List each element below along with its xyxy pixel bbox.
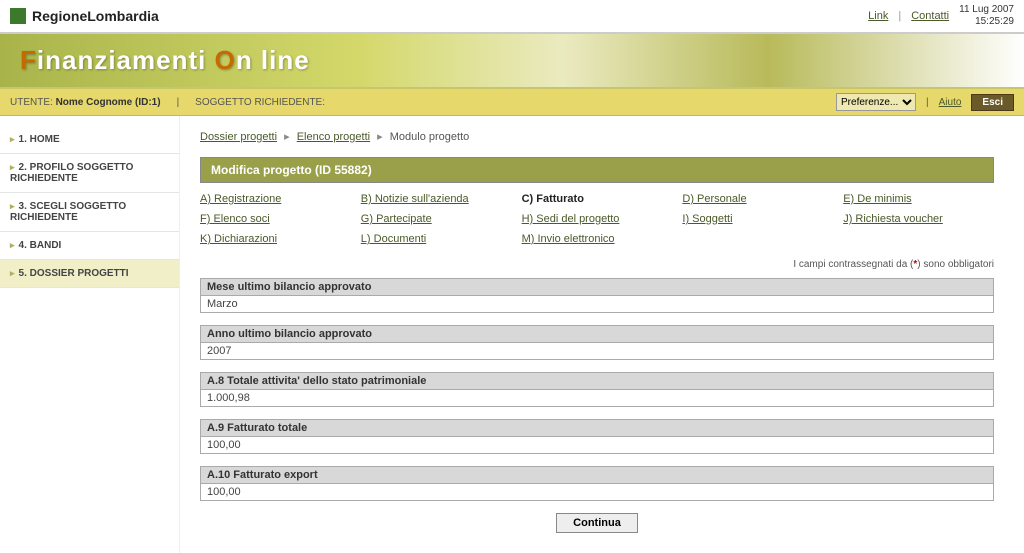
separator: | xyxy=(177,97,180,108)
tab-i[interactable]: I) Soggetti xyxy=(682,213,833,225)
tab-grid: A) Registrazione B) Notizie sull'azienda C… xyxy=(200,193,994,245)
tab-d[interactable]: D) Personale xyxy=(682,193,833,205)
chevron-right-icon: ▸ xyxy=(284,131,290,143)
tab-e[interactable]: E) De minimis xyxy=(843,193,994,205)
main-wrapper: 1. HOME2. PROFILO SOGGETTO RICHIEDENTE3.… xyxy=(0,116,1024,553)
continue-button[interactable]: Continua xyxy=(556,513,638,533)
preferenze-select[interactable]: Preferenze... xyxy=(836,93,916,111)
field-label: A.10 Fatturato export xyxy=(201,467,993,484)
sidebar-item-4[interactable]: 5. DOSSIER PROGETTI xyxy=(0,260,179,288)
banner: Finanziamenti On line xyxy=(0,33,1024,89)
user-bar: UTENTE: Nome Cognome (ID:1) | SOGGETTO R… xyxy=(0,89,1024,116)
brand-text: RegioneLombardia xyxy=(32,8,159,24)
utente-block: UTENTE: Nome Cognome (ID:1) xyxy=(10,97,161,108)
field-2: A.8 Totale attivita' dello stato patrimo… xyxy=(200,372,994,407)
required-note: I campi contrassegnati da (*) sono obbli… xyxy=(200,259,994,270)
sidebar-item-0[interactable]: 1. HOME xyxy=(0,126,179,154)
sidebar: 1. HOME2. PROFILO SOGGETTO RICHIEDENTE3.… xyxy=(0,116,180,553)
utente-label: UTENTE: xyxy=(10,97,53,108)
fields-container: Mese ultimo bilancio approvatoMarzo Anno … xyxy=(200,278,994,501)
content-area: Dossier progetti ▸ Elenco progetti ▸ Mod… xyxy=(180,116,1024,553)
utente-value: Nome Cognome (ID:1) xyxy=(56,97,161,108)
brand-icon xyxy=(10,8,26,24)
field-label: A.9 Fatturato totale xyxy=(201,420,993,437)
top-bar: RegioneLombardia Link | Contatti 11 Lug … xyxy=(0,0,1024,33)
field-value[interactable]: Marzo xyxy=(201,296,993,312)
time-line: 15:25:29 xyxy=(959,16,1014,28)
esci-button[interactable]: Esci xyxy=(971,94,1014,111)
breadcrumb-current: Modulo progetto xyxy=(390,131,470,143)
userbar-right: Preferenze... | Aiuto Esci xyxy=(836,93,1014,111)
top-right-links: Link | Contatti 11 Lug 2007 15:25:29 xyxy=(868,4,1014,28)
link-contatti[interactable]: Contatti xyxy=(911,10,949,22)
field-0: Mese ultimo bilancio approvatoMarzo xyxy=(200,278,994,313)
chevron-right-icon: ▸ xyxy=(377,131,383,143)
field-value[interactable]: 1.000,98 xyxy=(201,390,993,406)
tab-f[interactable]: F) Elenco soci xyxy=(200,213,351,225)
link-link[interactable]: Link xyxy=(868,10,888,22)
userbar-left: UTENTE: Nome Cognome (ID:1) | SOGGETTO R… xyxy=(10,97,325,108)
tab-m[interactable]: M) Invio elettronico xyxy=(522,233,673,245)
soggetto-label: SOGGETTO RICHIEDENTE: xyxy=(195,97,325,108)
section-title: Modifica progetto (ID 55882) xyxy=(200,157,994,183)
separator: | xyxy=(926,97,929,108)
tab-a[interactable]: A) Registrazione xyxy=(200,193,351,205)
breadcrumb: Dossier progetti ▸ Elenco progetti ▸ Mod… xyxy=(200,130,994,143)
aiuto-link[interactable]: Aiuto xyxy=(939,97,962,108)
field-1: Anno ultimo bilancio approvato2007 xyxy=(200,325,994,360)
banner-title: Finanziamenti On line xyxy=(20,45,310,76)
sidebar-item-3[interactable]: 4. BANDI xyxy=(0,232,179,260)
tab-k[interactable]: K) Dichiarazioni xyxy=(200,233,351,245)
field-label: A.8 Totale attivita' dello stato patrimo… xyxy=(201,373,993,390)
tab-g[interactable]: G) Partecipate xyxy=(361,213,512,225)
separator: | xyxy=(898,10,901,22)
tab-l[interactable]: L) Documenti xyxy=(361,233,512,245)
field-value[interactable]: 100,00 xyxy=(201,437,993,453)
timestamp: 11 Lug 2007 15:25:29 xyxy=(959,4,1014,28)
breadcrumb-elenco[interactable]: Elenco progetti xyxy=(297,131,370,143)
field-value[interactable]: 2007 xyxy=(201,343,993,359)
brand-area: RegioneLombardia xyxy=(10,8,159,24)
field-label: Mese ultimo bilancio approvato xyxy=(201,279,993,296)
tab-j[interactable]: J) Richiesta voucher xyxy=(843,213,994,225)
tab-h[interactable]: H) Sedi del progetto xyxy=(522,213,673,225)
sidebar-item-2[interactable]: 3. SCEGLI SOGGETTO RICHIEDENTE xyxy=(0,193,179,232)
field-3: A.9 Fatturato totale100,00 xyxy=(200,419,994,454)
date-line: 11 Lug 2007 xyxy=(959,4,1014,16)
field-label: Anno ultimo bilancio approvato xyxy=(201,326,993,343)
continue-row: Continua xyxy=(200,513,994,533)
breadcrumb-dossier[interactable]: Dossier progetti xyxy=(200,131,277,143)
tab-c: C) Fatturato xyxy=(522,193,673,205)
sidebar-item-1[interactable]: 2. PROFILO SOGGETTO RICHIEDENTE xyxy=(0,154,179,193)
field-value[interactable]: 100,00 xyxy=(201,484,993,500)
tab-b[interactable]: B) Notizie sull'azienda xyxy=(361,193,512,205)
field-4: A.10 Fatturato export100,00 xyxy=(200,466,994,501)
